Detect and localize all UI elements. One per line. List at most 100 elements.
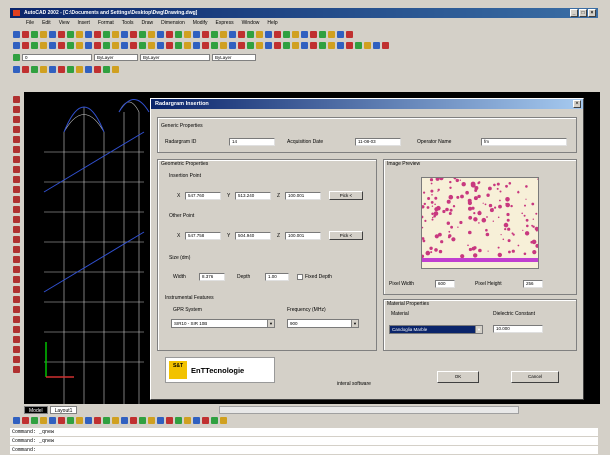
modify-tool-icon[interactable] [12,106,20,113]
menu-modify[interactable]: Modify [193,19,208,28]
acquisition-date-field[interactable]: 11-08-03 [355,138,401,146]
operator-name-field[interactable]: fm [481,138,567,146]
toolbar-icon[interactable] [49,66,56,73]
modify-tool-icon[interactable] [12,356,20,363]
toolbar-icon[interactable] [85,31,92,38]
toolbar-icon[interactable] [319,31,326,38]
modify-tool-icon[interactable] [12,126,20,133]
toolbar-icon[interactable] [31,417,38,424]
toolbar-icon[interactable] [292,31,299,38]
modify-tool-icon[interactable] [12,146,20,153]
modify-tool-icon[interactable] [12,246,20,253]
modify-tool-icon[interactable] [12,326,20,333]
toolbar-icon[interactable] [184,42,191,49]
linetype-combo[interactable]: ByLayer [140,54,210,61]
modify-tool-icon[interactable] [12,226,20,233]
toolbar-icon[interactable] [121,417,128,424]
material-combo[interactable]: Candoglia Marble ▼ [389,325,483,334]
menu-file[interactable]: File [26,19,34,28]
toolbar-icon[interactable] [85,66,92,73]
toolbar-icon[interactable] [157,417,164,424]
toolbar-icon[interactable] [112,42,119,49]
minimize-button[interactable]: _ [570,9,578,17]
toolbar-icon[interactable] [292,42,299,49]
gpr-system-combo[interactable]: SIR10 - SIR 10B ▼ [171,319,275,328]
toolbar-icon[interactable] [184,31,191,38]
toolbar-icon[interactable] [130,31,137,38]
toolbar-icon[interactable] [211,31,218,38]
maximize-button[interactable]: □ [579,9,587,17]
toolbar-icon[interactable] [256,42,263,49]
toolbar-icon[interactable] [301,31,308,38]
layer-icon[interactable] [13,54,20,61]
menu-tools[interactable]: Tools [122,19,134,28]
toolbar-icon[interactable] [76,417,83,424]
toolbar-icon[interactable] [40,42,47,49]
toolbar-icon[interactable] [13,31,20,38]
toolbar-icon[interactable] [130,417,137,424]
tab-model[interactable]: Model [24,405,48,414]
chevron-down-icon[interactable]: ▼ [267,320,274,327]
menu-view[interactable]: View [59,19,70,28]
chevron-down-icon[interactable]: ▼ [475,326,482,333]
dielectric-field[interactable]: 10.000 [493,325,543,333]
modify-tool-icon[interactable] [12,286,20,293]
toolbar-icon[interactable] [139,42,146,49]
toolbar-icon[interactable] [211,417,218,424]
toolbar-icon[interactable] [13,42,20,49]
depth-field[interactable]: 1.00 [265,273,289,281]
toolbar-icon[interactable] [229,42,236,49]
toolbar-icon[interactable] [76,31,83,38]
toolbar-icon[interactable] [265,42,272,49]
modify-tool-icon[interactable] [12,256,20,263]
modify-tool-icon[interactable] [12,116,20,123]
modify-tool-icon[interactable] [12,276,20,283]
toolbar-icon[interactable] [103,42,110,49]
toolbar-icon[interactable] [31,66,38,73]
toolbar-icon[interactable] [337,31,344,38]
menu-format[interactable]: Format [98,19,114,28]
modify-tool-icon[interactable] [12,236,20,243]
modify-tool-icon[interactable] [12,186,20,193]
toolbar-icon[interactable] [157,42,164,49]
dialog-close-button[interactable]: × [573,100,581,108]
toolbar-icon[interactable] [94,31,101,38]
other-z-field[interactable]: 100.001 [285,232,321,240]
toolbar-icon[interactable] [346,42,353,49]
toolbar-icon[interactable] [67,31,74,38]
modify-tool-icon[interactable] [12,296,20,303]
menu-dimension[interactable]: Dimension [161,19,185,28]
toolbar-icon[interactable] [76,42,83,49]
toolbar-icon[interactable] [85,417,92,424]
toolbar-icon[interactable] [112,31,119,38]
toolbar-icon[interactable] [283,31,290,38]
toolbar-icon[interactable] [238,42,245,49]
toolbar-icon[interactable] [202,417,209,424]
modify-tool-icon[interactable] [12,206,20,213]
toolbar-icon[interactable] [193,42,200,49]
horizontal-scrollbar[interactable] [219,405,520,414]
toolbar-icon[interactable] [58,417,65,424]
close-button[interactable]: × [588,9,596,17]
toolbar-icon[interactable] [121,42,128,49]
menu-express[interactable]: Express [216,19,234,28]
toolbar-icon[interactable] [148,417,155,424]
toolbar-icon[interactable] [13,417,20,424]
lineweight-combo[interactable]: ByLayer [212,54,256,61]
toolbar-icon[interactable] [184,417,191,424]
menu-insert[interactable]: Insert [77,19,90,28]
toolbar-icon[interactable] [166,31,173,38]
toolbar-icon[interactable] [148,31,155,38]
toolbar-icon[interactable] [22,31,29,38]
toolbar-icon[interactable] [202,31,209,38]
toolbar-icon[interactable] [247,42,254,49]
toolbar-icon[interactable] [256,31,263,38]
tab-layout1[interactable]: Layout1 [49,405,78,414]
toolbar-icon[interactable] [355,42,362,49]
modify-tool-icon[interactable] [12,346,20,353]
command-prompt[interactable]: Command: [10,446,598,454]
insertion-x-field[interactable]: 547.760 [185,192,221,200]
width-field[interactable]: 8.376 [199,273,225,281]
toolbar-icon[interactable] [346,31,353,38]
layer-combo[interactable]: 0 [22,54,92,61]
